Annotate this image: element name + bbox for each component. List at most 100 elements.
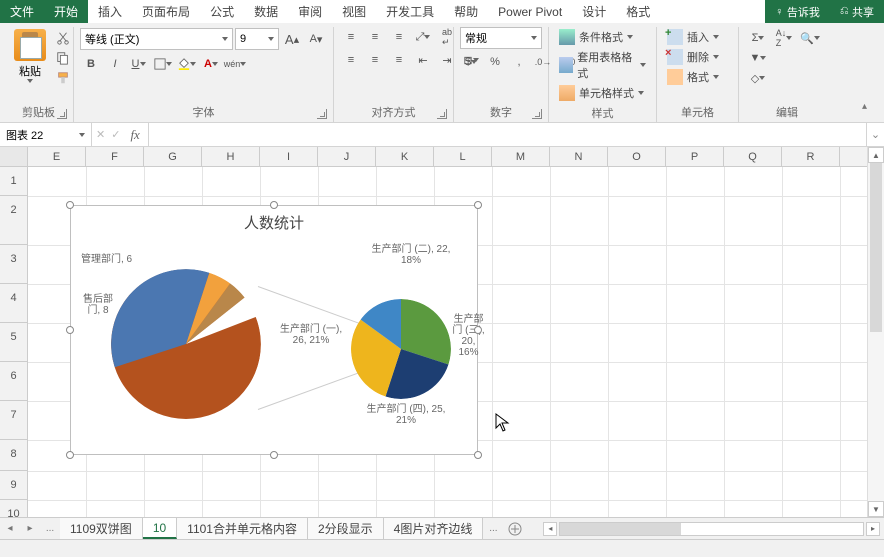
scroll-down-button[interactable]: ▼ <box>868 501 884 517</box>
sort-filter-button[interactable]: A↓Z <box>775 30 793 46</box>
resize-handle[interactable] <box>474 201 482 209</box>
align-center-button[interactable]: ≡ <box>366 52 384 68</box>
find-select-button[interactable]: 🔍 <box>801 30 819 46</box>
select-all-corner[interactable] <box>0 147 28 166</box>
tab-insert[interactable]: 插入 <box>88 0 132 23</box>
accounting-format-button[interactable]: $ <box>462 54 480 70</box>
vertical-scrollbar[interactable]: ▲ ▼ <box>867 147 884 517</box>
increase-font-button[interactable]: A▴ <box>283 31 301 47</box>
chart-object[interactable]: 人数统计 <box>70 205 478 455</box>
phonetic-button[interactable]: wén <box>226 56 244 72</box>
bold-button[interactable]: B <box>82 56 100 72</box>
tab-developer[interactable]: 开发工具 <box>376 0 444 23</box>
format-cells-button[interactable]: 格式 <box>663 67 723 87</box>
tab-chart-format[interactable]: 格式 <box>616 0 660 23</box>
decrease-font-button[interactable]: A▾ <box>307 31 325 47</box>
row-header[interactable]: 8 <box>0 440 28 471</box>
decrease-indent-button[interactable]: ⇤ <box>414 52 432 68</box>
tab-help[interactable]: 帮助 <box>444 0 488 23</box>
tab-power-pivot[interactable]: Power Pivot <box>488 0 572 23</box>
col-header[interactable]: O <box>608 147 666 166</box>
paste-button[interactable]: 粘贴 <box>10 27 50 85</box>
main-pie[interactable] <box>111 269 261 419</box>
underline-button[interactable]: U <box>130 56 148 72</box>
tab-file[interactable]: 文件 <box>0 0 44 23</box>
format-painter-button[interactable] <box>54 70 72 86</box>
share-button[interactable]: ⎌ 共享 <box>830 0 884 23</box>
tab-chart-design[interactable]: 设计 <box>572 0 616 23</box>
sheet-nav-more[interactable]: ... <box>40 518 60 539</box>
cell-styles-button[interactable]: 单元格样式 <box>555 83 648 103</box>
chart-title[interactable]: 人数统计 <box>71 206 477 239</box>
col-header[interactable]: I <box>260 147 318 166</box>
row-header[interactable]: 10 <box>0 500 28 517</box>
percent-button[interactable]: % <box>486 54 504 70</box>
row-header[interactable]: 7 <box>0 401 28 440</box>
format-as-table-button[interactable]: 套用表格格式 <box>555 47 650 83</box>
new-sheet-button[interactable] <box>503 518 527 539</box>
row-header[interactable]: 6 <box>0 362 28 401</box>
worksheet-grid[interactable]: E F G H I J K L M N O P Q R 1 2 3 4 5 6 … <box>0 147 884 517</box>
row-header[interactable]: 1 <box>0 167 28 196</box>
enter-formula-button[interactable]: ✓ <box>111 128 120 141</box>
chart-plot-area[interactable]: 管理部门, 6 售后部门, 8 生产部门 (一), 26, 21% 生产部门 (… <box>71 239 477 449</box>
row-header[interactable]: 3 <box>0 245 28 284</box>
name-box[interactable]: 图表 22 <box>0 123 92 146</box>
fill-button[interactable]: ▼ <box>749 50 767 66</box>
number-format-select[interactable]: 常规 <box>460 27 542 49</box>
cut-button[interactable] <box>54 30 72 46</box>
align-left-button[interactable]: ≡ <box>342 52 360 68</box>
cells-area[interactable]: 人数统计 <box>28 167 884 517</box>
row-header[interactable]: 4 <box>0 284 28 323</box>
sheet-nav-more-right[interactable]: ... <box>483 518 503 539</box>
resize-handle[interactable] <box>66 326 74 334</box>
col-header[interactable]: K <box>376 147 434 166</box>
copy-button[interactable] <box>54 50 72 66</box>
autosum-button[interactable]: Σ <box>749 30 767 46</box>
delete-cells-button[interactable]: ×删除 <box>663 47 723 67</box>
italic-button[interactable]: I <box>106 56 124 72</box>
col-header[interactable]: Q <box>724 147 782 166</box>
resize-handle[interactable] <box>66 201 74 209</box>
formula-input[interactable] <box>149 123 866 146</box>
scroll-left-button[interactable]: ◂ <box>543 522 557 536</box>
dialog-launcher[interactable] <box>532 109 542 119</box>
align-right-button[interactable]: ≡ <box>390 52 408 68</box>
col-header[interactable]: J <box>318 147 376 166</box>
resize-handle[interactable] <box>270 451 278 459</box>
align-middle-button[interactable]: ≡ <box>366 29 384 45</box>
sheet-tab[interactable]: 4图片对齐边线 <box>384 518 484 539</box>
resize-handle[interactable] <box>474 326 482 334</box>
horizontal-scrollbar[interactable]: ◂ ▸ <box>539 518 884 539</box>
col-header[interactable]: E <box>28 147 86 166</box>
align-top-button[interactable]: ≡ <box>342 29 360 45</box>
scroll-right-button[interactable]: ▸ <box>866 522 880 536</box>
expand-formula-bar-button[interactable]: ⌄ <box>866 123 884 146</box>
scroll-up-button[interactable]: ▲ <box>868 147 884 163</box>
sheet-tab[interactable]: 10 <box>143 518 177 539</box>
sub-pie[interactable] <box>351 299 451 399</box>
col-header[interactable]: N <box>550 147 608 166</box>
dialog-launcher[interactable] <box>317 109 327 119</box>
col-header[interactable]: L <box>434 147 492 166</box>
sheet-nav-prev[interactable]: ▸ <box>20 518 40 539</box>
tell-me[interactable]: ♀ 告诉我 <box>765 0 830 23</box>
font-size-select[interactable]: 9 <box>235 28 279 50</box>
col-header[interactable]: F <box>86 147 144 166</box>
orientation-button[interactable]: ⤢ <box>414 29 432 45</box>
sheet-tab[interactable]: 2分段显示 <box>308 518 384 539</box>
scroll-thumb[interactable] <box>870 163 882 332</box>
col-header[interactable]: R <box>782 147 840 166</box>
tab-view[interactable]: 视图 <box>332 0 376 23</box>
clear-button[interactable]: ◇ <box>749 70 767 86</box>
resize-handle[interactable] <box>66 451 74 459</box>
comma-button[interactable]: , <box>510 54 528 70</box>
col-header[interactable]: G <box>144 147 202 166</box>
dialog-launcher[interactable] <box>437 109 447 119</box>
col-header[interactable]: H <box>202 147 260 166</box>
sheet-tab[interactable]: 1109双饼图 <box>60 518 143 539</box>
align-bottom-button[interactable]: ≡ <box>390 29 408 45</box>
row-header[interactable]: 5 <box>0 323 28 362</box>
font-name-select[interactable]: 等线 (正文) <box>80 28 233 50</box>
scroll-thumb[interactable] <box>560 523 681 535</box>
